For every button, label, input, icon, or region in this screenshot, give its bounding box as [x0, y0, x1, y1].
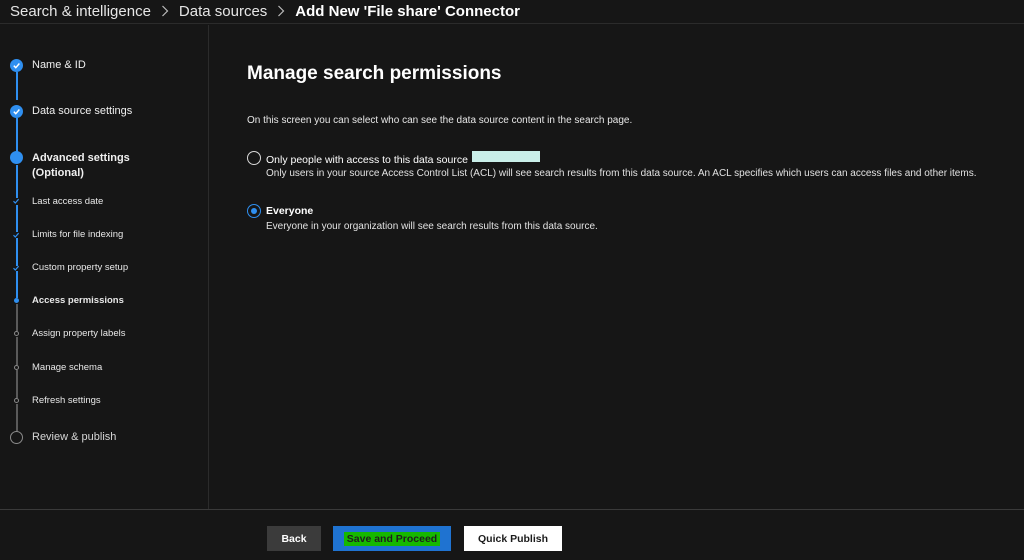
nav-step-advanced-settings[interactable]: Advanced settings (Optional): [32, 151, 130, 181]
chevron-right-icon: [161, 4, 169, 20]
wizard-step-nav: Name & ID Data source settings Advanced …: [0, 25, 209, 509]
radio-acl[interactable]: [247, 151, 261, 165]
pending-substep-indicator: [14, 398, 19, 403]
nav-step-data-source-settings[interactable]: Data source settings: [32, 104, 132, 119]
checkmark-icon: [10, 59, 23, 72]
nav-substep-manage-schema[interactable]: Manage schema: [32, 360, 102, 375]
recommended-badge: RECOMMENDED: [471, 151, 540, 162]
save-and-proceed-label: Save and Proceed: [343, 531, 441, 546]
nav-step-advanced-settings-optional: (Optional): [32, 167, 84, 179]
nav-step-advanced-settings-title: Advanced settings: [32, 152, 130, 164]
chevron-right-icon: [277, 4, 285, 20]
nav-step-name-id[interactable]: Name & ID: [32, 58, 86, 73]
quick-publish-button[interactable]: Quick Publish: [464, 526, 562, 551]
option-acl-description: Only users in your source Access Control…: [266, 168, 977, 179]
breadcrumb-data-sources[interactable]: Data sources: [179, 3, 267, 20]
pending-substep-indicator: [14, 365, 19, 370]
breadcrumb: Search & intelligence Data sources Add N…: [0, 0, 1024, 24]
nav-substep-assign-property-labels[interactable]: Assign property labels: [32, 326, 125, 341]
breadcrumb-search-intelligence[interactable]: Search & intelligence: [10, 3, 151, 20]
step-connector: [16, 337, 18, 365]
checkmark-icon: [13, 198, 20, 204]
nav-substep-access-permissions[interactable]: Access permissions: [32, 293, 124, 308]
nav-step-review-publish[interactable]: Review & publish: [32, 430, 116, 445]
option-acl-label: Only people with access to this data sou…: [266, 151, 540, 167]
pending-substep-indicator: [14, 331, 19, 336]
option-acl-label-text: Only people with access to this data sou…: [266, 154, 468, 166]
step-connector: [16, 72, 18, 100]
nav-substep-refresh-settings[interactable]: Refresh settings: [32, 393, 101, 408]
step-connector: [16, 238, 18, 266]
checkmark-icon: [10, 105, 23, 118]
step-connector: [16, 304, 18, 331]
main-content: Manage search permissions On this screen…: [210, 25, 1024, 509]
breadcrumb-current-page: Add New 'File share' Connector: [295, 3, 520, 20]
option-everyone-label: Everyone: [266, 205, 314, 217]
page-description: On this screen you can select who can se…: [247, 115, 633, 126]
pending-step-indicator: [10, 431, 23, 444]
current-substep-indicator: [14, 298, 19, 303]
page-title: Manage search permissions: [247, 63, 502, 84]
step-connector: [16, 404, 18, 431]
save-and-proceed-button[interactable]: Save and Proceed: [333, 526, 451, 551]
checkmark-icon: [13, 265, 20, 271]
nav-substep-limits-file-indexing[interactable]: Limits for file indexing: [32, 227, 123, 242]
nav-substep-last-access-date[interactable]: Last access date: [32, 194, 103, 209]
back-button[interactable]: Back: [267, 526, 321, 551]
step-connector: [16, 205, 18, 232]
radio-everyone[interactable]: [247, 204, 261, 218]
nav-substep-custom-property-setup[interactable]: Custom property setup: [32, 260, 128, 275]
option-everyone-description: Everyone in your organization will see s…: [266, 221, 598, 232]
current-step-indicator: [10, 151, 23, 164]
footer-bar: Back Save and Proceed Quick Publish: [0, 509, 1024, 560]
step-connector: [16, 118, 18, 152]
checkmark-icon: [13, 232, 20, 238]
step-connector: [16, 271, 18, 298]
step-connector: [16, 370, 18, 398]
step-connector: [16, 165, 18, 198]
